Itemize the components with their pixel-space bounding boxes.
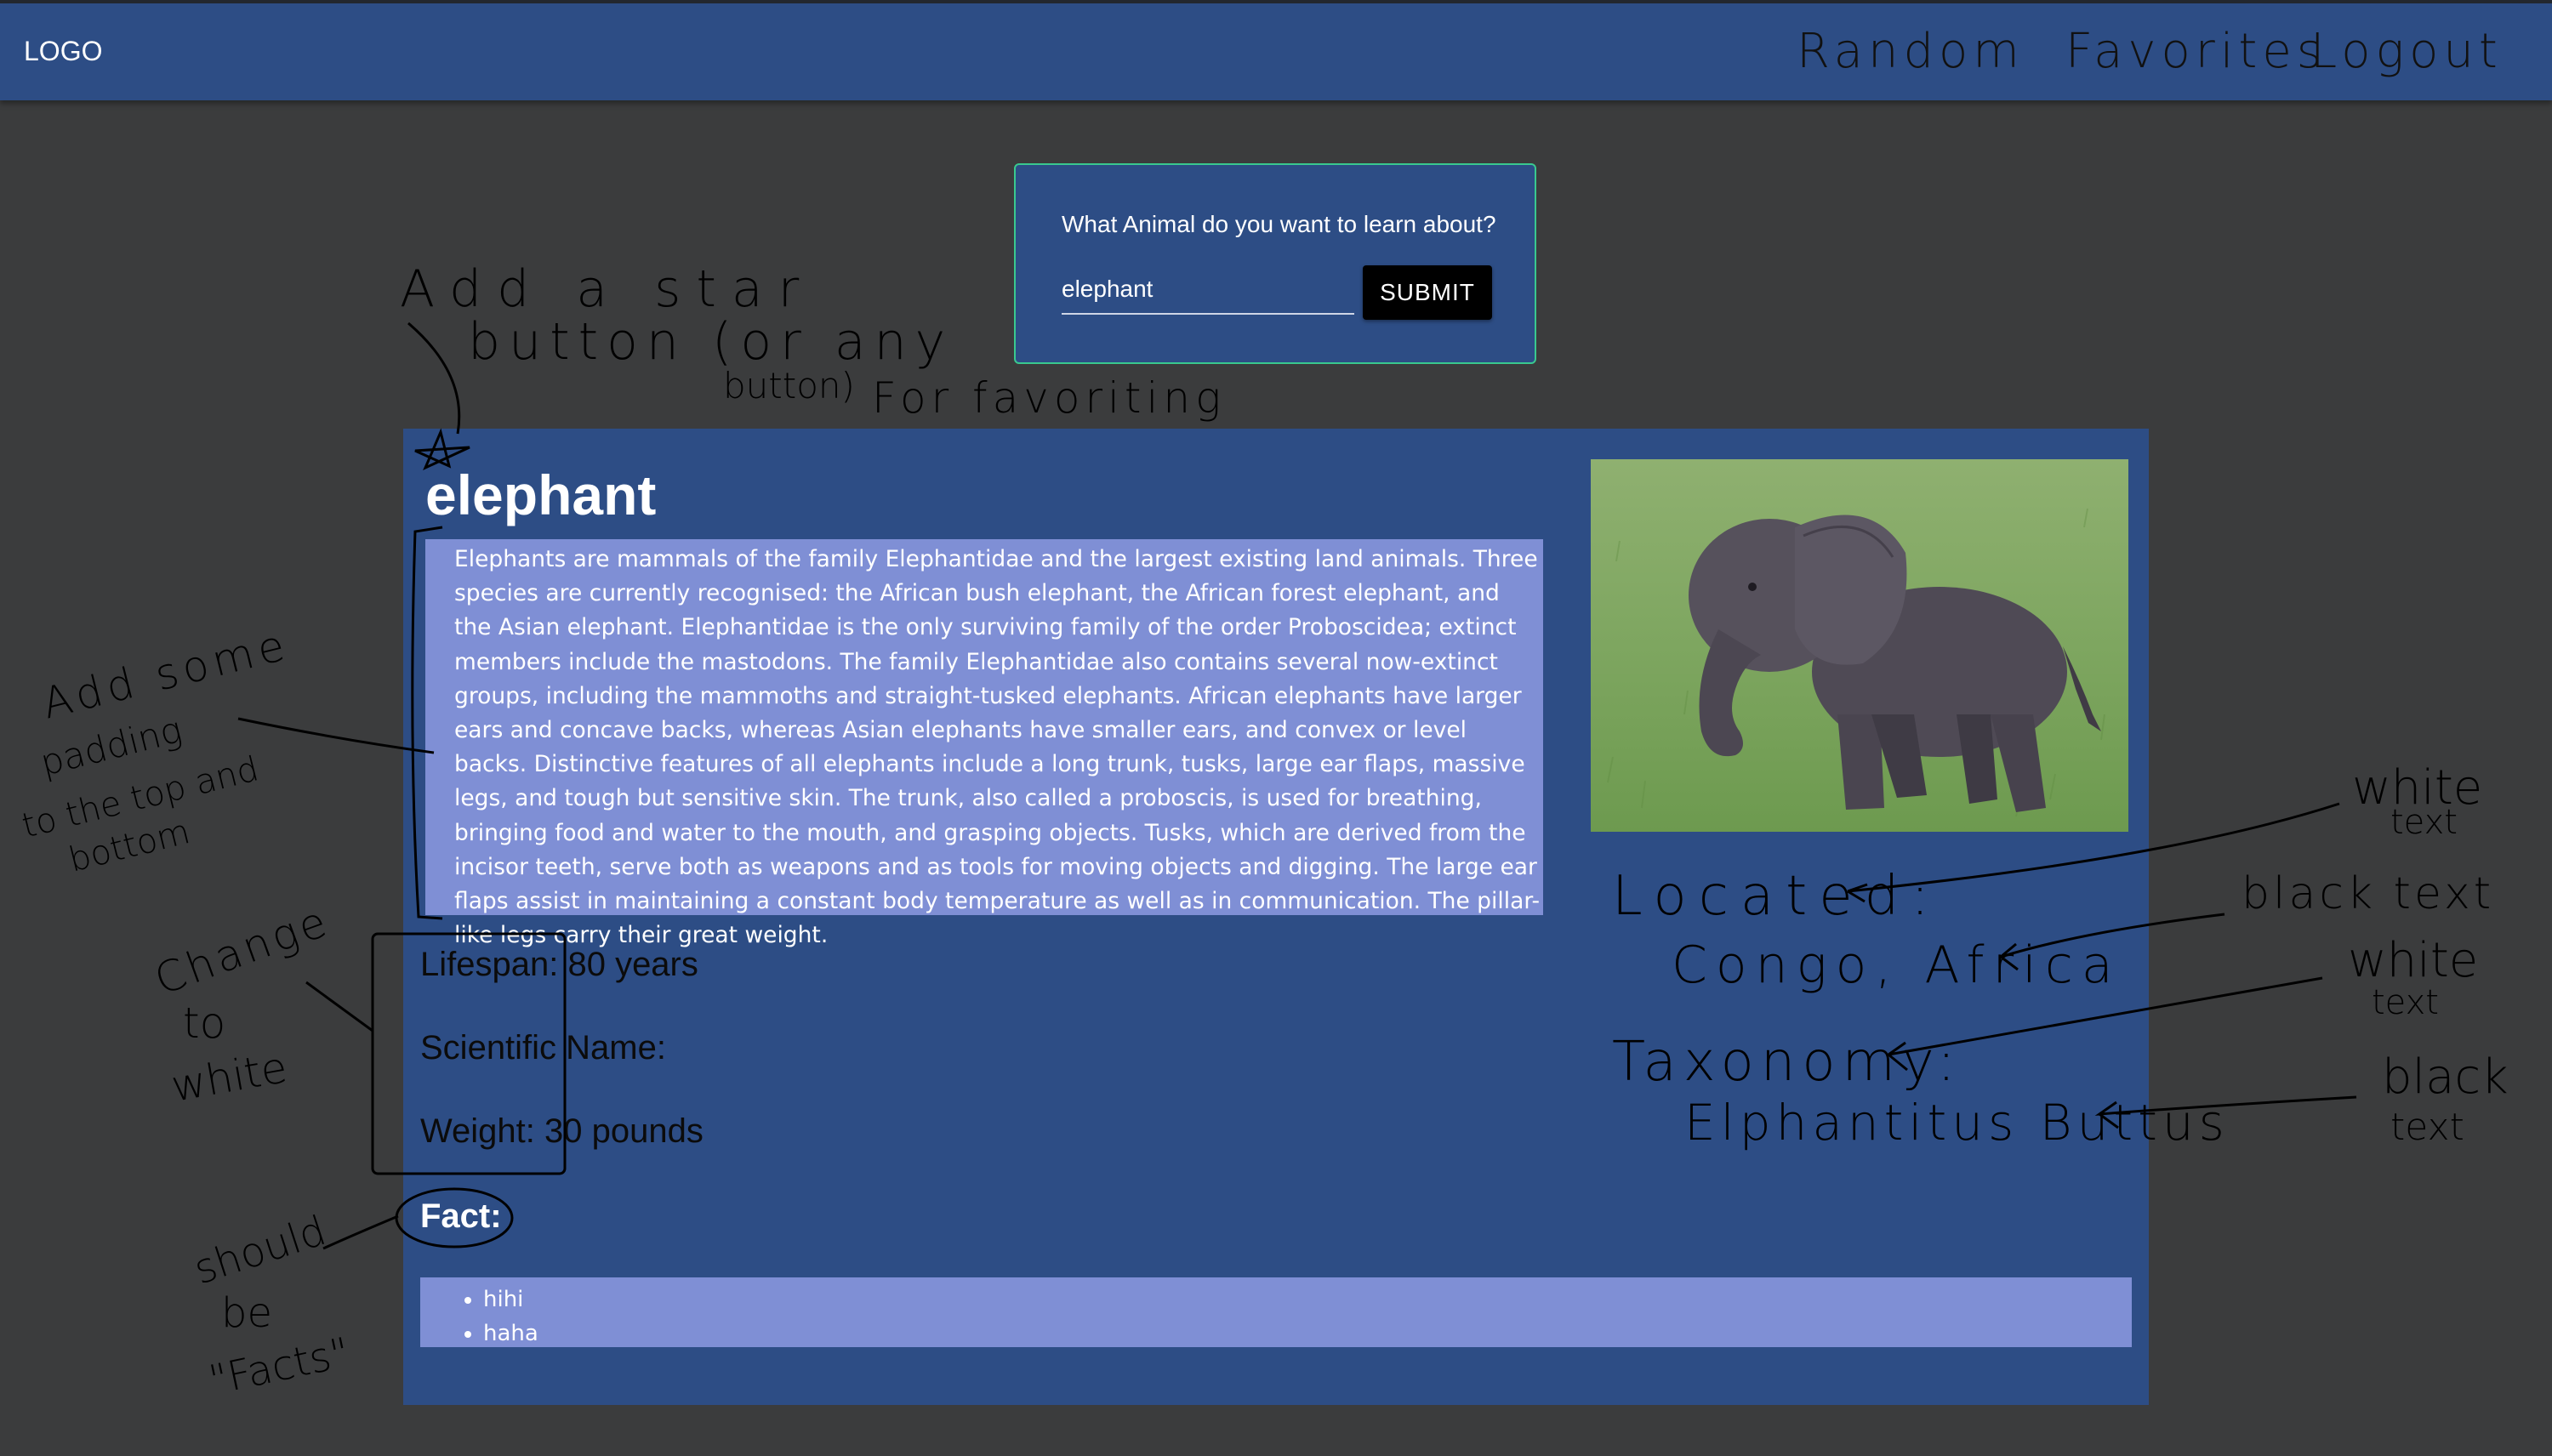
annotation-star-line3: button) <box>723 365 855 407</box>
annotation-padding-line2: padding <box>37 708 186 783</box>
annotation-padding-line1: Add some <box>37 620 294 729</box>
annotation-star-line4: For favoriting <box>872 373 1226 423</box>
side-note: text <box>2390 803 2458 842</box>
annotation-arrow <box>322 1214 399 1250</box>
scientific-name-text: Scientific Name: <box>420 1029 666 1066</box>
animal-title: elephant <box>425 464 657 526</box>
search-prompt: What Animal do you want to learn about? <box>1062 211 1496 237</box>
lifespan-text: Lifespan: 80 years <box>420 946 698 983</box>
side-note: white <box>2352 760 2482 816</box>
annotation-white-line2: to <box>183 998 225 1048</box>
animal-info-panel: elephant Elephants are mammals of the fa… <box>403 429 2149 1405</box>
side-note: text <box>2372 983 2439 1022</box>
logo[interactable]: LOGO <box>24 36 102 67</box>
description-text: Elephants are mammals of the family Elep… <box>454 546 1541 949</box>
facts-list: hihi haha <box>420 1277 2132 1347</box>
annotation-facts-line2: be <box>221 1289 272 1337</box>
submit-button[interactable]: SUBMIT <box>1363 265 1492 320</box>
annotation-white-line3: white <box>168 1043 291 1112</box>
fact-item: hihi <box>483 1283 2132 1317</box>
annotation-padding-line3: to the top and <box>18 749 262 846</box>
nav-random[interactable]: Random <box>1797 24 2025 79</box>
fact-label: Fact: <box>420 1197 502 1235</box>
side-note: text <box>2390 1106 2464 1149</box>
annotation-star-line1: Add a star <box>400 259 814 319</box>
annotation-padding-line4: bottom <box>65 812 194 880</box>
fact-item: haha <box>483 1317 2132 1351</box>
annotation-arrow <box>407 321 461 435</box>
side-note: black <box>2382 1049 2509 1105</box>
nav-favorites[interactable]: Favorites <box>2065 24 2327 79</box>
annotation-arrow <box>305 981 373 1032</box>
annotation-white-line1: Change <box>148 896 336 1005</box>
side-note: white <box>2348 933 2478 988</box>
animal-search-card: What Animal do you want to learn about? … <box>1014 163 1536 364</box>
nav-logout[interactable]: Logout <box>2310 24 2503 79</box>
animal-search-input[interactable] <box>1062 265 1354 315</box>
annotation-facts-line1: should <box>188 1207 332 1294</box>
top-nav-bar: LOGO Random Favorites Logout <box>0 0 2552 100</box>
side-note: black text <box>2242 868 2494 919</box>
annotation-facts-line3: "Facts" <box>205 1328 354 1404</box>
animal-description: Elephants are mammals of the family Elep… <box>425 539 1543 948</box>
weight-text: Weight: 30 pounds <box>420 1112 704 1150</box>
annotation-star-line2: button (or any <box>468 312 954 372</box>
animal-photo <box>1591 459 2128 832</box>
